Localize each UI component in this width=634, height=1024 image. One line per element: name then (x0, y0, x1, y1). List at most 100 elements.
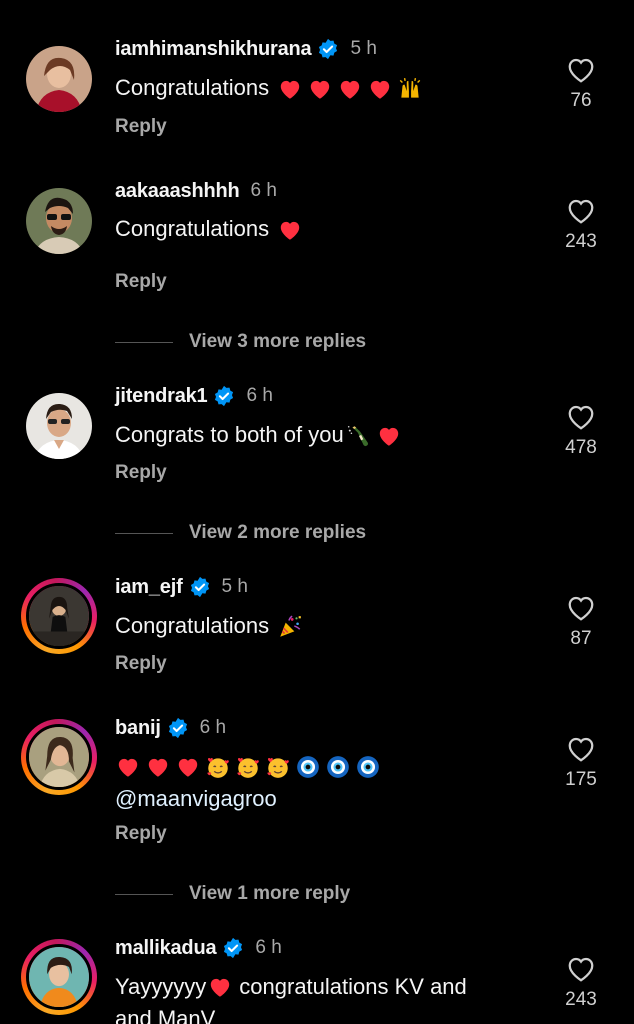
username[interactable]: iamhimanshikhurana (115, 38, 312, 61)
username[interactable]: iam_ejf (115, 576, 183, 599)
red-heart-icon (211, 978, 230, 997)
reply-button[interactable]: Reply (115, 462, 167, 484)
red-heart-icon (379, 428, 398, 446)
like-count: 243 (565, 989, 597, 1010)
verified-badge-icon (317, 38, 339, 60)
comment-body: Congratulations (115, 613, 270, 638)
comment-header: banij 6 h (115, 715, 226, 741)
comment-text: Congrats to both of you (115, 419, 406, 451)
like-button[interactable]: 478 (560, 403, 602, 459)
reply-button[interactable]: Reply (115, 823, 167, 845)
avatar[interactable] (26, 188, 92, 254)
champagne-icon (347, 426, 368, 447)
avatar-story-ring[interactable] (21, 719, 97, 795)
like-button[interactable]: 175 (560, 735, 602, 791)
reply-button[interactable]: Reply (115, 116, 167, 138)
nazar-amulet-icon (327, 756, 349, 778)
smiling-hearts-icon (237, 758, 259, 778)
verified-badge-icon (222, 937, 244, 959)
emoji-group (115, 751, 385, 783)
view-more-replies-button[interactable]: View 3 more replies (115, 329, 366, 355)
comment-header: iamhimanshikhurana 5 h (115, 36, 377, 62)
comment-header: iam_ejf 5 h (115, 574, 248, 600)
comment-text: Congratulations (115, 213, 307, 245)
raising-hands-icon (399, 78, 421, 98)
red-heart-icon (178, 758, 198, 777)
avatar[interactable] (26, 46, 92, 112)
divider (115, 532, 173, 534)
like-button[interactable]: 87 (560, 594, 602, 650)
view-more-label: View 1 more reply (189, 883, 351, 904)
username[interactable]: banij (115, 717, 161, 740)
reply-button[interactable]: Reply (115, 271, 167, 293)
like-count: 243 (565, 231, 597, 252)
emoji-group (277, 217, 307, 243)
red-heart-icon (148, 758, 168, 777)
comment-body: Congratulations (115, 75, 270, 100)
comment-body: congratulations KV and (239, 974, 467, 999)
comment-time: 6 h (199, 717, 227, 738)
comments-screen: iamhimanshikhurana 5 h Congratulations R… (0, 0, 634, 1024)
comment-time: 6 h (250, 180, 277, 201)
emoji-group (277, 76, 427, 102)
heart-outline-icon (568, 737, 594, 762)
comment-header: aakaaashhhh 6 h (115, 178, 277, 204)
verified-badge-icon (189, 576, 211, 598)
comment-text: @maanvigagroo (115, 751, 385, 815)
nazar-amulet-icon (297, 756, 319, 778)
like-button[interactable]: 243 (560, 197, 602, 253)
red-heart-icon (118, 758, 138, 777)
comment-text: Congratulations (115, 72, 427, 104)
like-count: 478 (565, 437, 597, 458)
username[interactable]: aakaaashhhh (115, 180, 240, 203)
view-more-label: View 3 more replies (189, 331, 367, 352)
like-button[interactable]: 243 (560, 955, 602, 1011)
like-count: 87 (570, 628, 592, 649)
red-heart-icon (310, 81, 330, 99)
comment-body: Yayyyyyy (115, 974, 207, 999)
comment-text: Yayyyyyy congratulations KV and and ManV (115, 971, 467, 1024)
reply-button[interactable]: Reply (115, 653, 167, 675)
comment-body: Congrats to both of you (115, 422, 344, 447)
verified-badge-icon (167, 717, 189, 739)
heart-outline-icon (568, 596, 594, 621)
comment-body: Congratulations (115, 216, 270, 241)
avatar[interactable] (26, 393, 92, 459)
comment-time: 5 h (350, 38, 377, 59)
view-more-replies-button[interactable]: View 2 more replies (115, 520, 366, 546)
nazar-amulet-icon (357, 756, 379, 778)
red-heart-icon (370, 81, 390, 99)
party-popper-icon (280, 615, 301, 637)
view-more-label: View 2 more replies (189, 522, 367, 543)
comment-text: Congratulations (115, 610, 307, 642)
emoji-group (346, 423, 406, 449)
avatar-story-ring[interactable] (21, 939, 97, 1015)
heart-outline-icon (568, 58, 594, 83)
heart-outline-icon (568, 957, 594, 982)
heart-outline-icon (568, 199, 594, 224)
comment-time: 6 h (255, 937, 282, 958)
emoji-group (277, 614, 307, 640)
smiling-hearts-icon (207, 758, 229, 778)
red-heart-icon (340, 81, 360, 99)
comment-time: 6 h (246, 385, 273, 406)
divider (115, 341, 173, 343)
heart-outline-icon (568, 405, 594, 430)
mention-link[interactable]: @maanvigagroo (115, 783, 385, 815)
comment-time: 5 h (221, 576, 248, 597)
red-heart-icon (280, 81, 300, 99)
like-count: 76 (570, 90, 592, 111)
red-heart-icon (280, 222, 300, 240)
username[interactable]: jitendrak1 (115, 385, 208, 408)
divider (115, 893, 173, 895)
view-more-replies-button[interactable]: View 1 more reply (115, 881, 350, 907)
comment-header: mallikadua 6 h (115, 935, 282, 961)
comment-line: Yayyyyyy congratulations KV and (115, 971, 467, 1003)
smiling-hearts-icon (267, 758, 289, 778)
like-count: 175 (565, 769, 597, 790)
like-button[interactable]: 76 (560, 56, 602, 112)
avatar-story-ring[interactable] (21, 578, 97, 654)
username[interactable]: mallikadua (115, 937, 217, 960)
comment-body-line: and ManV (115, 1006, 216, 1024)
verified-badge-icon (213, 385, 235, 407)
